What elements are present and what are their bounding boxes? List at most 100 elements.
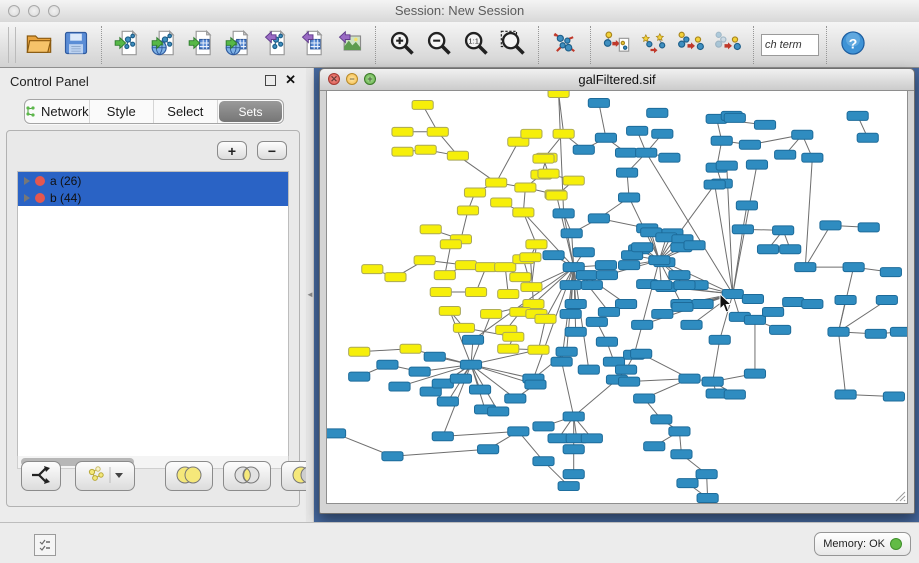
graph-node[interactable] (457, 206, 478, 215)
panel-splitter[interactable]: ◄ (306, 68, 314, 522)
graph-node[interactable] (672, 302, 693, 311)
graph-node[interactable] (669, 427, 690, 436)
graph-node[interactable] (631, 349, 652, 358)
graph-node[interactable] (392, 147, 413, 156)
search-input[interactable] (761, 34, 819, 56)
graph-node[interactable] (581, 281, 602, 290)
graph-node[interactable] (619, 261, 640, 270)
graph-node[interactable] (742, 295, 763, 304)
graph-node[interactable] (828, 327, 849, 336)
float-panel-icon[interactable] (265, 75, 276, 86)
memory-status[interactable]: Memory: OK (814, 532, 911, 556)
graph-node[interactable] (697, 494, 718, 503)
graph-node[interactable] (647, 108, 668, 117)
graph-node[interactable] (619, 377, 640, 386)
graph-node[interactable] (802, 299, 823, 308)
graph-node[interactable] (876, 296, 897, 305)
graph-node[interactable] (669, 271, 690, 280)
graph-node[interactable] (464, 188, 485, 197)
graph-node[interactable] (783, 297, 804, 306)
expander-triangle-icon[interactable] (24, 177, 30, 185)
graph-node[interactable] (515, 183, 536, 192)
graph-node[interactable] (573, 145, 594, 154)
graph-node[interactable] (362, 265, 383, 274)
export-table-button[interactable] (294, 26, 331, 64)
graph-node[interactable] (615, 148, 636, 157)
graph-node[interactable] (462, 335, 483, 344)
graph-node[interactable] (478, 445, 499, 454)
graph-node[interactable] (505, 394, 526, 403)
graph-node[interactable] (533, 457, 554, 466)
save-button[interactable] (57, 26, 94, 64)
graph-node[interactable] (521, 129, 542, 138)
graph-node[interactable] (724, 113, 745, 122)
tab-style[interactable]: Style (90, 100, 154, 123)
set-list-item[interactable]: b (44) (18, 189, 288, 206)
graph-node[interactable] (659, 153, 680, 162)
graph-node[interactable] (754, 120, 775, 129)
graph-node[interactable] (327, 429, 346, 438)
graph-node[interactable] (563, 176, 584, 185)
expander-triangle-icon[interactable] (24, 194, 30, 202)
graph-node[interactable] (440, 240, 461, 249)
graph-node[interactable] (560, 281, 581, 290)
hide-selected-button[interactable] (672, 26, 709, 64)
graph-node[interactable] (469, 385, 490, 394)
graph-node[interactable] (528, 345, 549, 354)
graph-node[interactable] (498, 344, 519, 353)
graph-node[interactable] (553, 209, 574, 218)
graph-node[interactable] (644, 442, 665, 451)
graph-node[interactable] (455, 261, 476, 270)
graph-node[interactable] (521, 283, 542, 292)
graph-node[interactable] (377, 360, 398, 369)
graph-node[interactable] (508, 427, 529, 436)
graph-node[interactable] (773, 226, 794, 235)
graph-node[interactable] (802, 153, 823, 162)
graph-node[interactable] (795, 263, 816, 272)
graph-node[interactable] (651, 415, 672, 424)
graph-node[interactable] (757, 245, 778, 254)
graph-node[interactable] (709, 335, 730, 344)
graph-node[interactable] (595, 133, 616, 142)
graph-node[interactable] (498, 290, 519, 299)
graph-node[interactable] (883, 392, 904, 401)
graph-node[interactable] (890, 327, 907, 336)
graph-node[interactable] (561, 229, 582, 238)
toolbar-grip[interactable] (8, 27, 16, 63)
close-panel-icon[interactable]: ✕ (285, 72, 296, 88)
graph-node[interactable] (652, 129, 673, 138)
graph-node[interactable] (526, 240, 547, 249)
graph-node[interactable] (681, 320, 702, 329)
graph-node[interactable] (434, 271, 455, 280)
graph-node[interactable] (409, 367, 430, 376)
graph-node[interactable] (651, 281, 672, 290)
graph-node[interactable] (716, 161, 737, 170)
graph-node[interactable] (744, 369, 765, 378)
create-set-from-network-button[interactable] (75, 461, 135, 491)
graph-node[interactable] (770, 325, 791, 334)
graph-node[interactable] (491, 198, 512, 207)
graph-node[interactable] (389, 382, 410, 391)
graph-node[interactable] (392, 127, 413, 136)
graph-node[interactable] (679, 374, 700, 383)
graph-node[interactable] (573, 248, 594, 257)
graph-node[interactable] (556, 347, 577, 356)
graph-node[interactable] (581, 434, 602, 443)
graph-node[interactable] (563, 412, 584, 421)
graph-node[interactable] (671, 450, 692, 459)
graph-node[interactable] (535, 314, 556, 323)
graph-node[interactable] (616, 168, 637, 177)
graph-node[interactable] (450, 374, 471, 383)
graph-node[interactable] (553, 129, 574, 138)
graph-node[interactable] (400, 344, 421, 353)
graph-node[interactable] (503, 332, 524, 341)
graph-node[interactable] (525, 380, 546, 389)
graph-node[interactable] (543, 251, 564, 260)
graph-node[interactable] (880, 268, 901, 277)
graph-node[interactable] (835, 296, 856, 305)
network-window-title-bar[interactable]: ✕ − + galFiltered.sif (320, 69, 914, 91)
venn-intersection-button[interactable] (223, 461, 271, 491)
graph-node[interactable] (739, 140, 760, 149)
graph-node[interactable] (465, 288, 486, 297)
graph-node[interactable] (724, 390, 745, 399)
